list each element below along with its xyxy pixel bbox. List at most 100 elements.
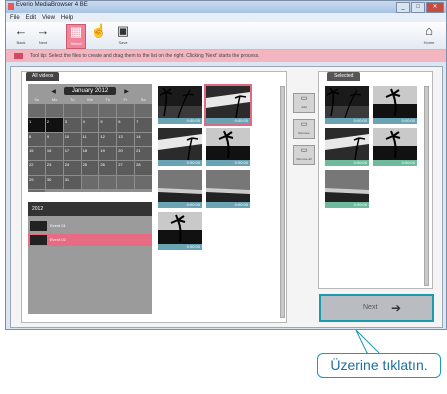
calendar-month: January 2012 — [63, 87, 117, 95]
calendar-day[interactable]: 15 — [28, 146, 45, 161]
forward-button[interactable]: → Next — [34, 24, 52, 47]
selected-thumbnail[interactable]: 0:00:00 — [373, 128, 417, 166]
video-thumbnail[interactable]: 0:00:00 — [206, 128, 250, 166]
calendar-day — [117, 104, 135, 118]
event-item[interactable]: Event 01 — [28, 220, 152, 232]
video-thumbnail[interactable]: 0:00:00 — [158, 128, 202, 166]
close-button[interactable]: ✕ — [426, 2, 444, 13]
prev-month-icon[interactable]: ◀ — [51, 88, 56, 95]
app-icon — [8, 3, 14, 10]
hand-button[interactable]: ☝ — [90, 24, 108, 47]
calendar-day — [99, 104, 117, 118]
calendar-day[interactable]: 31 — [63, 175, 81, 189]
minimize-button[interactable]: _ — [396, 2, 410, 13]
event-label: Event 01 — [50, 223, 66, 228]
video-thumbnail[interactable]: 0:00:00 — [158, 212, 202, 250]
next-button[interactable]: Next ➔ — [319, 294, 434, 322]
calendar-day[interactable]: 21 — [135, 146, 152, 161]
video-thumbnail[interactable]: 0:00:00 — [158, 86, 202, 124]
forward-arrow-icon: → — [36, 23, 50, 38]
video-thumbnail[interactable]: 0:00:00 — [158, 170, 202, 208]
video-thumbnail[interactable]: 0:00:00 — [204, 84, 252, 126]
calendar-day[interactable]: 13 — [117, 132, 135, 146]
thumbnail-duration: 0:00:00 — [158, 118, 202, 124]
menu-view[interactable]: View — [42, 15, 55, 21]
hand-icon: ☝ — [90, 23, 108, 38]
scrollbar[interactable] — [280, 86, 285, 318]
calendar-day[interactable]: 18 — [81, 146, 99, 161]
thumbnail-duration: 0:00:00 — [325, 160, 369, 166]
remove-all-icon: ▭ — [300, 147, 308, 154]
toolbar: ← Back → Next ▦ Select ☝ ▣ Save ⌂ Home — [6, 22, 446, 50]
video-thumbnail[interactable]: 0:00:00 — [206, 170, 250, 208]
calendar-day[interactable]: 27 — [117, 161, 135, 175]
calendar-day[interactable]: 4 — [81, 118, 99, 132]
selected-thumbnail[interactable]: 0:00:00 — [325, 86, 369, 124]
back-arrow-icon: ← — [14, 23, 28, 38]
calendar-day[interactable]: 16 — [45, 146, 63, 161]
calendar-day[interactable]: 30 — [45, 175, 63, 189]
add-button[interactable]: ▭ Add — [293, 93, 315, 113]
calendar-day[interactable]: 14 — [135, 132, 152, 146]
selected-thumbnail[interactable]: 0:00:00 — [373, 86, 417, 124]
tab-selected[interactable]: Selected — [327, 72, 361, 81]
selected-thumbnail[interactable]: 0:00:00 — [325, 128, 369, 166]
calendar-day — [81, 104, 99, 118]
event-item-selected[interactable]: Event 02 — [28, 234, 152, 246]
calendar-day[interactable]: 20 — [117, 146, 135, 161]
menu-file[interactable]: File — [10, 15, 20, 21]
selected-thumbnail[interactable]: 0:00:00 — [325, 170, 369, 208]
calendar-day[interactable]: 23 — [45, 161, 63, 175]
weekday-label: Su — [34, 97, 40, 102]
calendar-day[interactable]: 24 — [63, 161, 81, 175]
calendar-day[interactable]: 25 — [81, 161, 99, 175]
back-button[interactable]: ← Back — [12, 24, 30, 47]
calendar-day[interactable]: 7 — [135, 118, 152, 132]
remove-all-button[interactable]: ▭ Remove all — [293, 145, 315, 165]
calendar-day[interactable]: 9 — [45, 132, 63, 146]
thumbnail-image — [206, 128, 250, 160]
remove-button[interactable]: ▭ Remove — [293, 119, 315, 139]
calendar-day[interactable]: 19 — [99, 146, 117, 161]
home-button[interactable]: ⌂ Home — [420, 24, 438, 47]
thumbnail-duration: 0:00:00 — [373, 118, 417, 124]
calendar-day[interactable]: 22 — [28, 161, 45, 175]
thumbnail-duration: 0:00:00 — [206, 118, 250, 124]
app-window: Everio MediaBrowser 4 BE _ □ ✕ File Edit… — [5, 0, 447, 330]
select-button[interactable]: ▦ Select — [66, 24, 86, 49]
calendar-day[interactable]: 10 — [63, 132, 81, 146]
calendar-day[interactable]: 2 — [45, 118, 63, 132]
calendar-day[interactable]: 29 — [28, 175, 45, 189]
thumbnail-duration: 0:00:00 — [325, 118, 369, 124]
calendar-day[interactable]: 11 — [81, 132, 99, 146]
calendar-day — [135, 104, 152, 118]
calendar-day[interactable]: 6 — [117, 118, 135, 132]
calendar-day[interactable]: 1 — [28, 118, 45, 132]
calendar-day[interactable]: 12 — [99, 132, 117, 146]
calendar-day[interactable]: 26 — [99, 161, 117, 175]
next-month-icon[interactable]: ▶ — [124, 88, 129, 95]
calendar-day[interactable]: 28 — [135, 161, 152, 175]
weekday-label: Sa — [140, 97, 146, 102]
thumbnail-image — [206, 86, 250, 118]
maximize-button[interactable]: □ — [411, 2, 425, 13]
tooltip-banner: Tool tip: Select the files to create and… — [6, 50, 446, 62]
thumbnail-duration: 0:00:00 — [158, 244, 202, 250]
menu-help[interactable]: Help — [61, 15, 73, 21]
calendar-day[interactable]: 8 — [28, 132, 45, 146]
calendar-day[interactable]: 17 — [63, 146, 81, 161]
event-label: Event 02 — [50, 237, 66, 242]
calendar-day — [99, 175, 117, 189]
calendar-day[interactable]: 3 — [63, 118, 81, 132]
tab-all-videos[interactable]: All videos — [26, 72, 60, 81]
menu-edit[interactable]: Edit — [26, 15, 36, 21]
save-button[interactable]: ▣ Save — [114, 24, 132, 47]
window-title: Everio MediaBrowser 4 BE — [16, 2, 88, 8]
thumbnail-image — [158, 128, 202, 160]
thumbnail-image — [325, 86, 369, 118]
scrollbar[interactable] — [424, 86, 429, 286]
calendar-day[interactable]: 5 — [99, 118, 117, 132]
thumbnail-image — [158, 212, 202, 244]
thumbnail-image — [206, 170, 250, 202]
thumbnail-image — [325, 170, 369, 202]
